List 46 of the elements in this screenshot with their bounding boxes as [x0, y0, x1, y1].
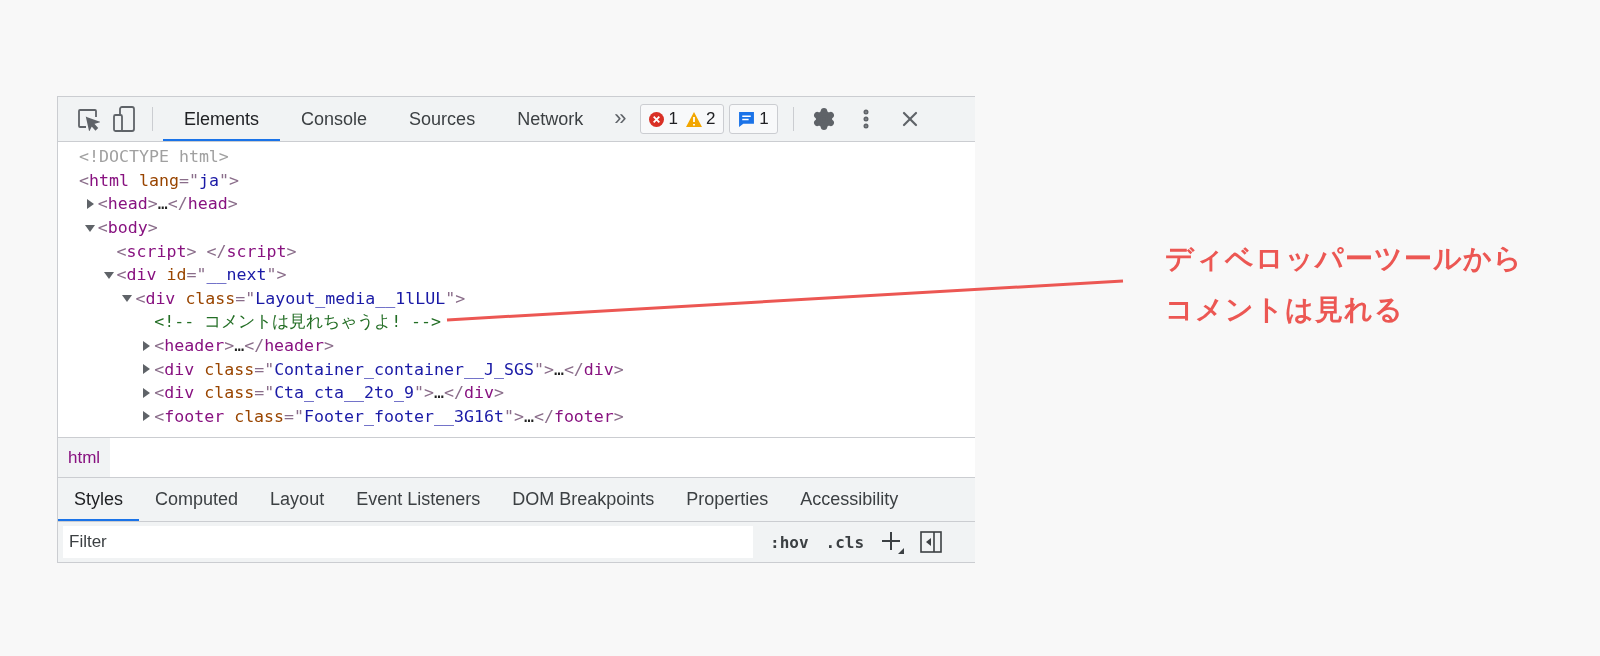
dom-node[interactable]: <div class="Cta_cta__2to_9">…</div> — [154, 383, 504, 403]
expanded-arrow-icon[interactable] — [103, 269, 114, 280]
dom-node[interactable]: <div class="Container_container__J_SGS">…</div> — [154, 359, 624, 379]
sidebar-tab[interactable]: Computed — [139, 478, 255, 521]
device-toolbar-icon[interactable] — [112, 106, 136, 132]
warning-icon — [685, 111, 702, 127]
sidebar-tab[interactable]: DOM Breakpoints — [496, 478, 671, 521]
annotation-line: コメントは見れる — [1165, 293, 1404, 327]
breadcrumb-item[interactable]: html — [58, 438, 111, 477]
collapsed-arrow-icon[interactable] — [141, 364, 152, 375]
more-tabs-button[interactable]: » — [604, 97, 641, 141]
dom-node[interactable]: <script> </script> — [116, 241, 297, 261]
new-rule-icon[interactable] — [880, 530, 905, 554]
panel-tab[interactable]: Network — [496, 97, 605, 141]
settings-icon[interactable] — [811, 107, 836, 131]
dom-node[interactable]: <div class="Layout_media__1lLUL"> — [135, 288, 466, 308]
sidebar-tab[interactable]: Event Listeners — [340, 478, 497, 521]
dom-node[interactable]: <footer class="Footer_footer__3G16t">…</footer> — [154, 406, 624, 426]
collapsed-arrow-icon[interactable] — [84, 199, 95, 209]
sidebar-tab[interactable]: Layout — [254, 478, 341, 521]
filter-field[interactable]: Filter — [63, 526, 753, 558]
sidebar-tab[interactable]: Properties — [670, 478, 785, 521]
expanded-arrow-icon[interactable] — [122, 293, 133, 304]
annotation-line: ディベロッパーツールから — [1165, 242, 1523, 276]
hover-state-toggle[interactable]: :hov — [770, 532, 809, 552]
message-icon — [738, 110, 756, 128]
dom-node[interactable]: <body> — [97, 218, 158, 238]
sidebar-tab[interactable]: Accessibility — [784, 478, 915, 521]
dom-node[interactable]: <head>…</head> — [97, 194, 238, 214]
dom-node[interactable]: <html lang="ja"> — [79, 170, 239, 190]
collapsed-arrow-icon[interactable] — [141, 411, 152, 422]
issues-counter[interactable]: 1 2 — [640, 104, 725, 134]
panel-tab[interactable]: Console — [280, 97, 389, 141]
dom-node[interactable]: <header>…</header> — [154, 336, 335, 356]
collapsed-arrow-icon[interactable] — [141, 340, 152, 351]
panel-tab[interactable]: Sources — [388, 97, 497, 141]
messages-counter[interactable]: 1 — [729, 104, 778, 134]
dom-node[interactable]: <div id="__next"> — [116, 265, 287, 285]
class-toggle[interactable]: .cls — [825, 532, 865, 552]
collapsed-arrow-icon[interactable] — [141, 387, 152, 398]
inspect-cursor-icon[interactable] — [76, 107, 100, 131]
error-icon — [649, 111, 665, 127]
expanded-arrow-icon[interactable] — [84, 222, 95, 233]
sidebar-toggle-icon[interactable] — [920, 531, 943, 553]
html-comment[interactable]: <!-- コメントは見れちゃうよ! --> — [154, 310, 442, 333]
sidebar-tab[interactable]: Styles — [58, 478, 140, 521]
